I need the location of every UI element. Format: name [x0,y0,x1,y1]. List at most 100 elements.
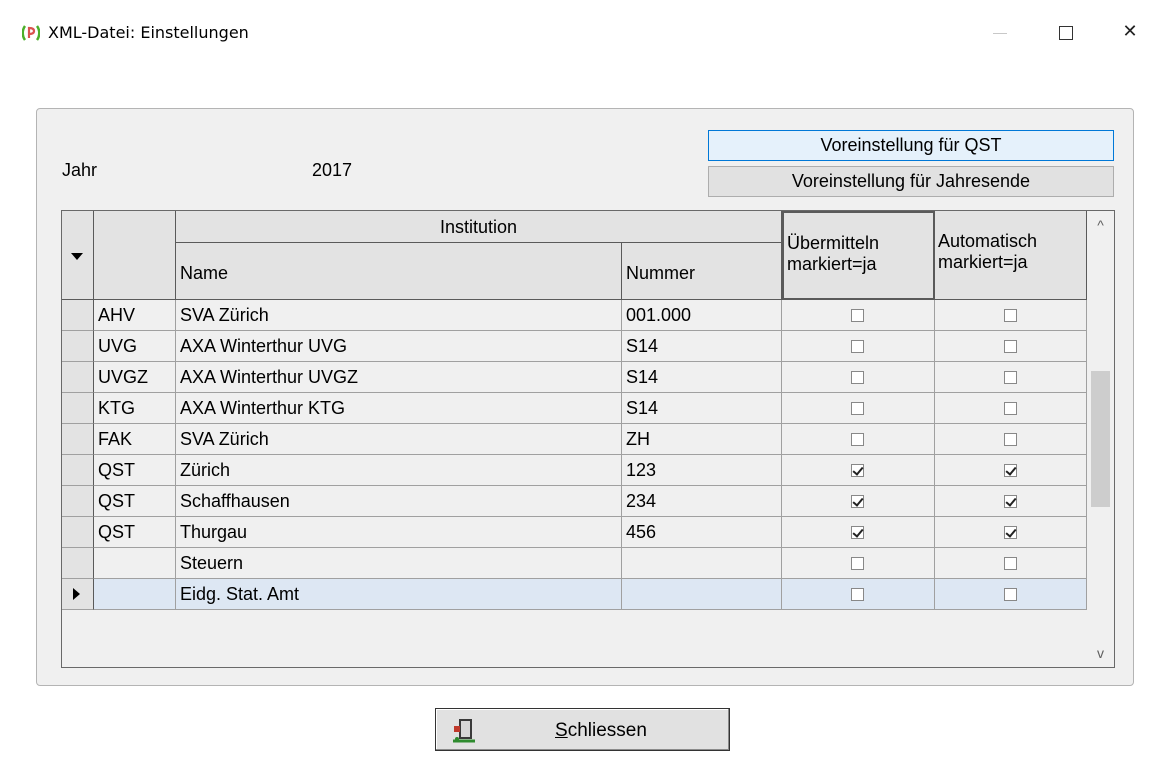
name-cell[interactable]: AXA Winterthur UVG [176,331,622,362]
auto-checkbox-cell [935,331,1087,362]
transmit-checkbox[interactable] [851,371,864,384]
row-selector[interactable] [62,517,94,548]
number-cell[interactable]: S14 [622,331,782,362]
code-column-header[interactable] [94,211,176,300]
transmit-checkbox[interactable] [851,526,864,539]
row-selector[interactable] [62,548,94,579]
close-button[interactable]: Schliessen [435,708,730,751]
table-row[interactable]: UVGZ AXA Winterthur UVGZ S14 [62,362,1087,393]
auto-checkbox[interactable] [1004,464,1017,477]
close-label-rest: chliessen [567,720,647,741]
institutions-grid[interactable]: Institution Name Nummer Übermitteln mark… [61,210,1115,668]
number-cell[interactable] [622,579,782,610]
code-cell[interactable]: KTG [94,393,176,424]
number-cell[interactable]: 001.000 [622,300,782,331]
auto-checkbox[interactable] [1004,526,1017,539]
transmit-checkbox-cell [782,331,935,362]
row-selector[interactable] [62,455,94,486]
auto-checkbox[interactable] [1004,340,1017,353]
transmit-column-header[interactable]: Übermitteln markiert=ja [782,211,935,300]
scroll-down-icon[interactable]: v [1087,639,1114,667]
auto-checkbox[interactable] [1004,495,1017,508]
code-cell[interactable] [94,548,176,579]
auto-checkbox[interactable] [1004,309,1017,322]
transmit-checkbox[interactable] [851,340,864,353]
name-cell[interactable]: AXA Winterthur UVGZ [176,362,622,393]
transmit-checkbox[interactable] [851,433,864,446]
table-row[interactable]: Steuern [62,548,1087,579]
dropdown-arrow-icon[interactable] [71,253,83,260]
name-cell[interactable]: AXA Winterthur KTG [176,393,622,424]
number-column-header[interactable]: Nummer [622,243,782,300]
number-cell[interactable] [622,548,782,579]
transmit-checkbox[interactable] [851,402,864,415]
code-cell[interactable]: UVGZ [94,362,176,393]
code-cell[interactable]: QST [94,517,176,548]
number-cell[interactable]: ZH [622,424,782,455]
table-row[interactable]: QST Schaffhausen 234 [62,486,1087,517]
auto-checkbox[interactable] [1004,557,1017,570]
table-row[interactable]: FAK SVA Zürich ZH [62,424,1087,455]
scroll-up-icon[interactable]: ^ [1087,211,1114,239]
scroll-thumb[interactable] [1091,371,1110,507]
transmit-checkbox[interactable] [851,557,864,570]
row-selector[interactable] [62,486,94,517]
row-selector[interactable] [62,300,94,331]
code-cell[interactable]: FAK [94,424,176,455]
table-row[interactable]: AHV SVA Zürich 001.000 [62,300,1087,331]
name-cell[interactable]: Zürich [176,455,622,486]
code-cell[interactable]: AHV [94,300,176,331]
number-cell[interactable]: 234 [622,486,782,517]
current-row-arrow-icon [73,588,80,600]
code-cell[interactable]: QST [94,486,176,517]
transmit-checkbox-cell [782,579,935,610]
row-selector[interactable] [62,579,94,610]
number-cell[interactable]: 123 [622,455,782,486]
table-row[interactable]: KTG AXA Winterthur KTG S14 [62,393,1087,424]
close-accelerator: S [555,720,568,741]
auto-checkbox[interactable] [1004,371,1017,384]
row-selector-header[interactable] [62,211,94,300]
transmit-checkbox[interactable] [851,495,864,508]
auto-checkbox[interactable] [1004,433,1017,446]
row-selector[interactable] [62,393,94,424]
number-cell[interactable]: S14 [622,362,782,393]
table-row[interactable]: UVG AXA Winterthur UVG S14 [62,331,1087,362]
preset-qst-button[interactable]: Voreinstellung für QST [708,130,1114,161]
maximize-button[interactable] [1050,18,1080,46]
table-row[interactable]: QST Zürich 123 [62,455,1087,486]
number-cell[interactable]: S14 [622,393,782,424]
name-cell[interactable]: Steuern [176,548,622,579]
table-row[interactable]: Eidg. Stat. Amt [62,579,1087,610]
code-cell[interactable]: QST [94,455,176,486]
name-cell[interactable]: Eidg. Stat. Amt [176,579,622,610]
preset-year-end-button[interactable]: Voreinstellung für Jahresende [708,166,1114,197]
title-bar: XML-Datei: Einstellungen ✕ [0,0,1155,64]
transmit-checkbox[interactable] [851,464,864,477]
transmit-checkbox-cell [782,424,935,455]
auto-checkbox[interactable] [1004,588,1017,601]
name-column-header[interactable]: Name [176,243,622,300]
auto-checkbox-cell [935,455,1087,486]
row-selector[interactable] [62,424,94,455]
code-cell[interactable]: UVG [94,331,176,362]
name-cell[interactable]: SVA Zürich [176,300,622,331]
close-window-button[interactable]: ✕ [1115,18,1145,46]
grid-vertical-scrollbar[interactable]: ^ v [1087,211,1114,667]
name-cell[interactable]: SVA Zürich [176,424,622,455]
minimize-button[interactable] [985,18,1015,46]
year-value: 2017 [312,160,353,180]
number-cell[interactable]: 456 [622,517,782,548]
transmit-header-line2: markiert=ja [787,254,877,274]
transmit-checkbox[interactable] [851,588,864,601]
name-cell[interactable]: Thurgau [176,517,622,548]
auto-column-header[interactable]: Automatisch markiert=ja [935,211,1087,300]
transmit-checkbox[interactable] [851,309,864,322]
close-button-label: Schliessen [555,720,647,742]
name-cell[interactable]: Schaffhausen [176,486,622,517]
table-row[interactable]: QST Thurgau 456 [62,517,1087,548]
code-cell[interactable] [94,579,176,610]
auto-checkbox[interactable] [1004,402,1017,415]
row-selector[interactable] [62,362,94,393]
row-selector[interactable] [62,331,94,362]
